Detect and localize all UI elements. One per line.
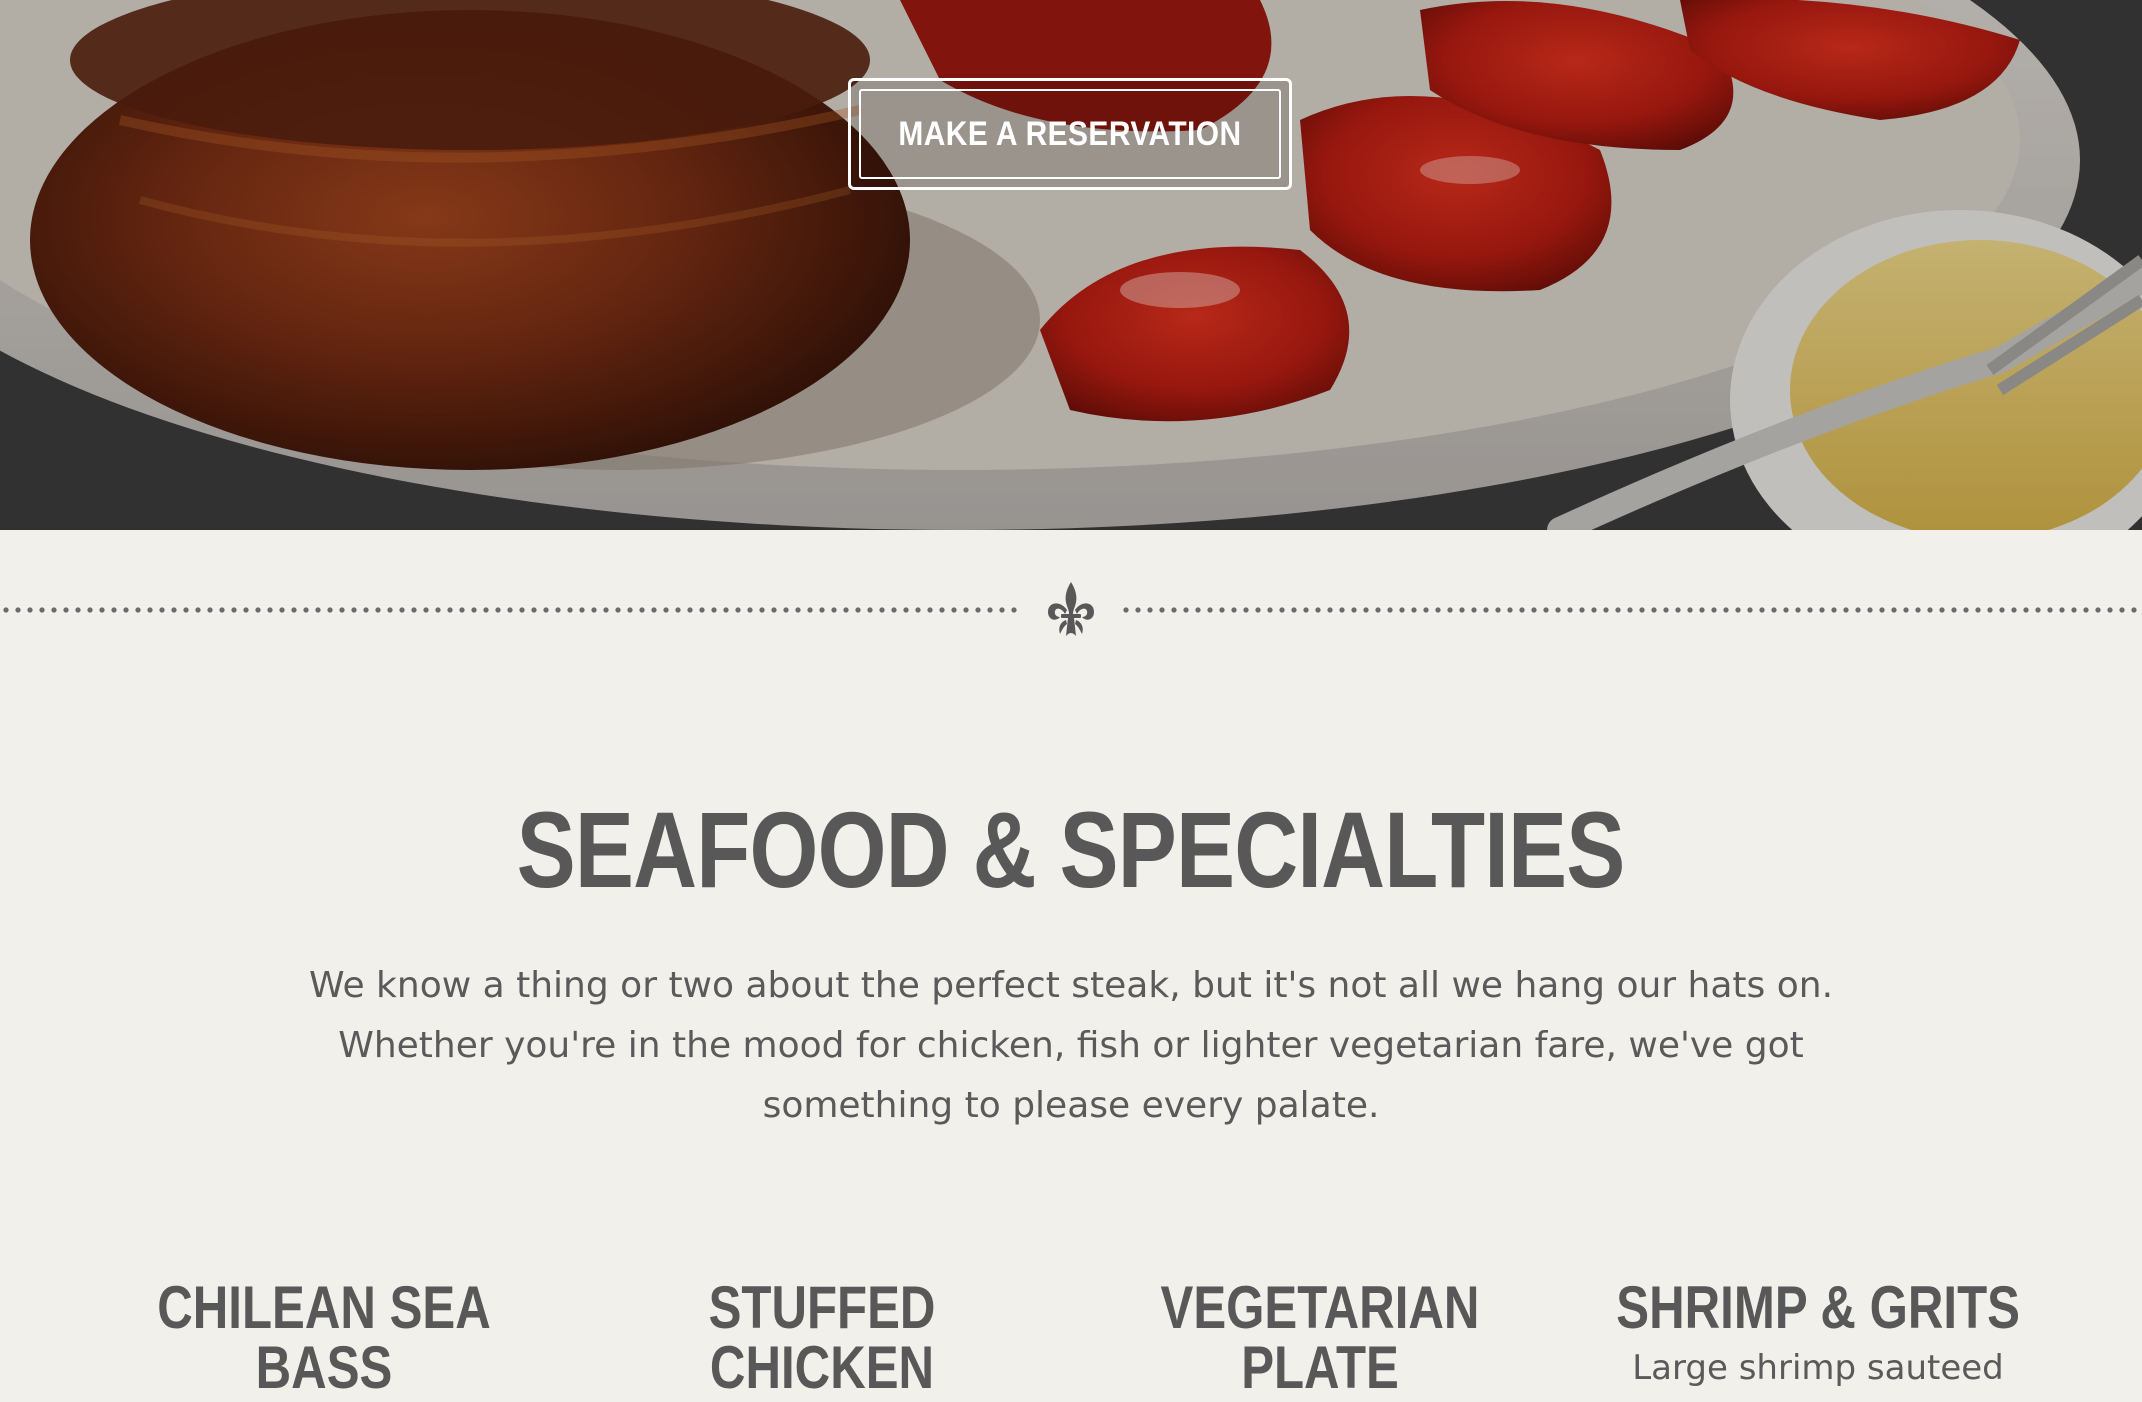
make-reservation-button[interactable]: MAKE A RESERVATION bbox=[848, 78, 1292, 190]
menu-items-row: CHILEAN SEA BASS STUFFED CHICKEN BREAST … bbox=[0, 1278, 2142, 1402]
hero-image: MAKE A RESERVATION bbox=[0, 0, 2142, 530]
menu-item-name: CHILEAN SEA BASS bbox=[157, 1274, 491, 1401]
fleur-de-lis-icon bbox=[1048, 582, 1094, 636]
menu-item-description: Large shrimp sauteed bbox=[1632, 1348, 2004, 1388]
section-title-text: SEAFOOD & SPECIALTIES bbox=[517, 789, 1626, 910]
menu-item-name: SHRIMP & GRITS bbox=[1616, 1274, 2020, 1341]
menu-item-stuffed-chicken-breast[interactable]: STUFFED CHICKEN BREAST bbox=[572, 1278, 1072, 1402]
section-description: We know a thing or two about the perfect… bbox=[308, 965, 1834, 1126]
menu-item-vegetarian-plate[interactable]: VEGETARIAN PLATE bbox=[1070, 1278, 1570, 1398]
ornamental-divider bbox=[0, 580, 2142, 640]
menu-item-shrimp-and-grits[interactable]: SHRIMP & GRITS Large shrimp sauteed bbox=[1568, 1274, 2068, 1389]
section-title: SEAFOOD & SPECIALTIES bbox=[0, 785, 2142, 915]
menu-item-chilean-sea-bass[interactable]: CHILEAN SEA BASS bbox=[74, 1278, 574, 1398]
menu-item-name: VEGETARIAN PLATE bbox=[1160, 1274, 1480, 1401]
page: MAKE A RESERVATION SEAFOOD & SPECIALTIES… bbox=[0, 0, 2142, 1402]
menu-item-name: STUFFED CHICKEN BREAST bbox=[708, 1274, 936, 1402]
make-reservation-label: MAKE A RESERVATION bbox=[898, 114, 1242, 153]
dotted-rule-right bbox=[1120, 607, 2142, 613]
dotted-rule-left bbox=[0, 607, 1022, 613]
